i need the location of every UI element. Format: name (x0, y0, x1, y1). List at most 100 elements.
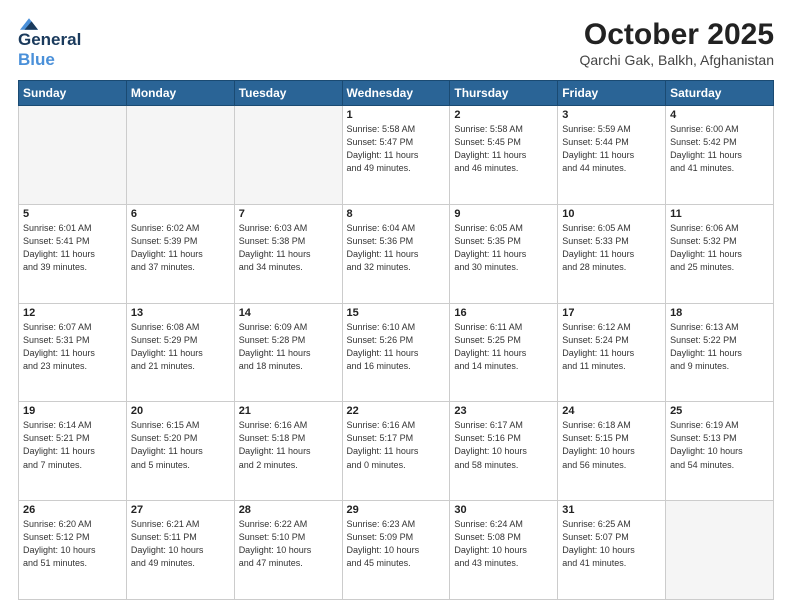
day-info: Sunrise: 6:15 AMSunset: 5:20 PMDaylight:… (131, 419, 230, 471)
day-info: Sunrise: 6:17 AMSunset: 5:16 PMDaylight:… (454, 419, 553, 471)
day-info: Sunrise: 6:16 AMSunset: 5:17 PMDaylight:… (347, 419, 446, 471)
table-row: 30 Sunrise: 6:24 AMSunset: 5:08 PMDayligh… (450, 501, 558, 600)
table-row: 3 Sunrise: 5:59 AMSunset: 5:44 PMDaylight… (558, 106, 666, 205)
day-info: Sunrise: 6:02 AMSunset: 5:39 PMDaylight:… (131, 222, 230, 274)
day-number: 15 (347, 307, 446, 319)
day-info: Sunrise: 6:18 AMSunset: 5:15 PMDaylight:… (562, 419, 661, 471)
day-number: 5 (23, 208, 122, 220)
day-number: 17 (562, 307, 661, 319)
day-info: Sunrise: 6:07 AMSunset: 5:31 PMDaylight:… (23, 321, 122, 373)
logo-icon (20, 18, 38, 30)
table-row: 8 Sunrise: 6:04 AMSunset: 5:36 PMDaylight… (342, 204, 450, 303)
day-number: 25 (670, 405, 769, 417)
day-info: Sunrise: 6:01 AMSunset: 5:41 PMDaylight:… (23, 222, 122, 274)
day-number: 3 (562, 109, 661, 121)
day-number: 13 (131, 307, 230, 319)
table-row: 28 Sunrise: 6:22 AMSunset: 5:10 PMDayligh… (234, 501, 342, 600)
table-row: 24Sunrise: 6:18 AMSunset: 5:15 PMDayligh… (558, 402, 666, 501)
day-info: Sunrise: 6:03 AMSunset: 5:38 PMDaylight:… (239, 222, 338, 274)
day-number: 9 (454, 208, 553, 220)
day-number: 7 (239, 208, 338, 220)
table-row: 6Sunrise: 6:02 AMSunset: 5:39 PMDaylight… (126, 204, 234, 303)
day-info: Sunrise: 6:23 AMSunset: 5:09 PMDaylight:… (347, 518, 446, 570)
day-info: Sunrise: 6:14 AMSunset: 5:21 PMDaylight:… (23, 419, 122, 471)
day-number: 4 (670, 109, 769, 121)
col-sunday: Sunday (19, 81, 127, 106)
table-row: 14 Sunrise: 6:09 AMSunset: 5:28 PMDayligh… (234, 303, 342, 402)
table-row (666, 501, 774, 600)
day-number: 10 (562, 208, 661, 220)
day-number: 28 (239, 504, 338, 516)
table-row: 18Sunrise: 6:13 AMSunset: 5:22 PMDayligh… (666, 303, 774, 402)
logo-blue: Blue (18, 50, 55, 69)
day-info: Sunrise: 6:09 AMSunset: 5:28 PMDaylight:… (239, 321, 338, 373)
table-row (19, 106, 127, 205)
table-row: 1Sunrise: 5:58 AMSunset: 5:47 PMDaylight… (342, 106, 450, 205)
table-row: 22 Sunrise: 6:16 AMSunset: 5:17 PMDayligh… (342, 402, 450, 501)
location: Qarchi Gak, Balkh, Afghanistan (579, 52, 774, 68)
day-number: 22 (347, 405, 446, 417)
day-info: Sunrise: 6:21 AMSunset: 5:11 PMDaylight:… (131, 518, 230, 570)
table-row: 17 Sunrise: 6:12 AMSunset: 5:24 PMDayligh… (558, 303, 666, 402)
day-number: 23 (454, 405, 553, 417)
table-row: 5 Sunrise: 6:01 AMSunset: 5:41 PMDaylight… (19, 204, 127, 303)
day-number: 8 (347, 208, 446, 220)
day-number: 12 (23, 307, 122, 319)
col-monday: Monday (126, 81, 234, 106)
table-row: 10 Sunrise: 6:05 AMSunset: 5:33 PMDayligh… (558, 204, 666, 303)
day-info: Sunrise: 6:00 AMSunset: 5:42 PMDaylight:… (670, 123, 769, 175)
month-title: October 2025 (579, 18, 774, 52)
table-row: 20Sunrise: 6:15 AMSunset: 5:20 PMDayligh… (126, 402, 234, 501)
day-info: Sunrise: 6:05 AMSunset: 5:35 PMDaylight:… (454, 222, 553, 274)
day-info: Sunrise: 6:22 AMSunset: 5:10 PMDaylight:… (239, 518, 338, 570)
day-info: Sunrise: 6:11 AMSunset: 5:25 PMDaylight:… (454, 321, 553, 373)
table-row (234, 106, 342, 205)
day-info: Sunrise: 6:25 AMSunset: 5:07 PMDaylight:… (562, 518, 661, 570)
day-info: Sunrise: 6:05 AMSunset: 5:33 PMDaylight:… (562, 222, 661, 274)
day-info: Sunrise: 5:59 AMSunset: 5:44 PMDaylight:… (562, 123, 661, 175)
col-tuesday: Tuesday (234, 81, 342, 106)
day-number: 31 (562, 504, 661, 516)
calendar-week-row: 12 Sunrise: 6:07 AMSunset: 5:31 PMDayligh… (19, 303, 774, 402)
table-row: 19Sunrise: 6:14 AMSunset: 5:21 PMDayligh… (19, 402, 127, 501)
logo: General Blue (18, 18, 81, 70)
day-info: Sunrise: 6:12 AMSunset: 5:24 PMDaylight:… (562, 321, 661, 373)
calendar-week-row: 19Sunrise: 6:14 AMSunset: 5:21 PMDayligh… (19, 402, 774, 501)
day-number: 30 (454, 504, 553, 516)
page: General Blue October 2025 Qarchi Gak, Ba… (0, 0, 792, 612)
day-number: 11 (670, 208, 769, 220)
calendar-week-row: 5 Sunrise: 6:01 AMSunset: 5:41 PMDaylight… (19, 204, 774, 303)
calendar-week-row: 1Sunrise: 5:58 AMSunset: 5:47 PMDaylight… (19, 106, 774, 205)
day-number: 16 (454, 307, 553, 319)
table-row: 15Sunrise: 6:10 AMSunset: 5:26 PMDayligh… (342, 303, 450, 402)
table-row: 21Sunrise: 6:16 AMSunset: 5:18 PMDayligh… (234, 402, 342, 501)
table-row: 23 Sunrise: 6:17 AMSunset: 5:16 PMDayligh… (450, 402, 558, 501)
table-row: 9 Sunrise: 6:05 AMSunset: 5:35 PMDaylight… (450, 204, 558, 303)
day-number: 26 (23, 504, 122, 516)
calendar-table: Sunday Monday Tuesday Wednesday Thursday… (18, 80, 774, 600)
table-row: 7 Sunrise: 6:03 AMSunset: 5:38 PMDaylight… (234, 204, 342, 303)
day-number: 21 (239, 405, 338, 417)
col-saturday: Saturday (666, 81, 774, 106)
day-info: Sunrise: 5:58 AMSunset: 5:45 PMDaylight:… (454, 123, 553, 175)
table-row (126, 106, 234, 205)
day-number: 29 (347, 504, 446, 516)
day-info: Sunrise: 6:13 AMSunset: 5:22 PMDaylight:… (670, 321, 769, 373)
day-info: Sunrise: 6:20 AMSunset: 5:12 PMDaylight:… (23, 518, 122, 570)
table-row: 4 Sunrise: 6:00 AMSunset: 5:42 PMDaylight… (666, 106, 774, 205)
table-row: 12 Sunrise: 6:07 AMSunset: 5:31 PMDayligh… (19, 303, 127, 402)
day-number: 1 (347, 109, 446, 121)
table-row: 26 Sunrise: 6:20 AMSunset: 5:12 PMDayligh… (19, 501, 127, 600)
day-info: Sunrise: 6:04 AMSunset: 5:36 PMDaylight:… (347, 222, 446, 274)
day-number: 14 (239, 307, 338, 319)
header: General Blue October 2025 Qarchi Gak, Ba… (18, 18, 774, 70)
day-info: Sunrise: 6:06 AMSunset: 5:32 PMDaylight:… (670, 222, 769, 274)
table-row: 13Sunrise: 6:08 AMSunset: 5:29 PMDayligh… (126, 303, 234, 402)
title-block: October 2025 Qarchi Gak, Balkh, Afghanis… (579, 18, 774, 68)
calendar-header-row: Sunday Monday Tuesday Wednesday Thursday… (19, 81, 774, 106)
table-row: 29 Sunrise: 6:23 AMSunset: 5:09 PMDayligh… (342, 501, 450, 600)
day-number: 27 (131, 504, 230, 516)
day-info: Sunrise: 6:19 AMSunset: 5:13 PMDaylight:… (670, 419, 769, 471)
table-row: 11 Sunrise: 6:06 AMSunset: 5:32 PMDayligh… (666, 204, 774, 303)
day-info: Sunrise: 6:24 AMSunset: 5:08 PMDaylight:… (454, 518, 553, 570)
